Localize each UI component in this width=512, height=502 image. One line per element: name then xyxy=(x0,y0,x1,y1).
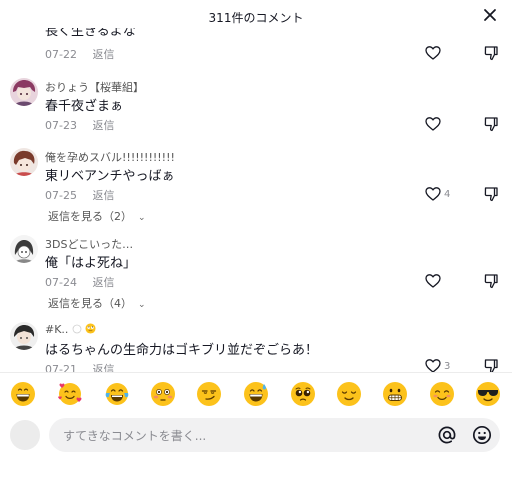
pleading-face-icon[interactable] xyxy=(290,381,316,407)
heart-icon xyxy=(425,117,441,131)
like-button[interactable]: 3 xyxy=(425,358,450,372)
like-button[interactable] xyxy=(425,45,441,61)
view-replies-button[interactable]: 返信を見る（4） ⌄ xyxy=(48,295,146,311)
comment-date: 07-21 xyxy=(45,363,77,372)
avatar[interactable] xyxy=(10,235,38,263)
like-count: 4 xyxy=(444,188,451,200)
smirking-face-icon[interactable] xyxy=(196,381,222,407)
flushed-face-icon[interactable] xyxy=(150,381,176,407)
grinning-face-icon[interactable] xyxy=(10,381,36,407)
comment-meta: 07-25 返信 xyxy=(45,187,114,203)
rolling-eyes-face-icon xyxy=(85,323,96,334)
view-replies-button[interactable]: 返信を見る（2） ⌄ xyxy=(48,208,146,224)
reply-button[interactable]: 返信 xyxy=(92,48,114,61)
comment-composer xyxy=(0,416,512,456)
comment-meta: 07-21 返信 xyxy=(45,361,114,372)
comment-input[interactable] xyxy=(61,418,425,454)
emoji-bar xyxy=(0,372,512,417)
emoji-picker-icon[interactable] xyxy=(472,425,492,445)
comment-text: 俺「はよ死ね」 xyxy=(45,256,137,271)
mention-icon[interactable] xyxy=(437,425,457,445)
grinning-face-with-sweat-icon[interactable] xyxy=(243,381,269,407)
view-replies-label: 返信を見る（2） xyxy=(48,210,132,223)
comment-text: 東リベアンチやっばぁ xyxy=(45,169,175,184)
comment-date: 07-25 xyxy=(45,189,77,202)
like-button[interactable]: 4 xyxy=(425,186,450,202)
dislike-icon[interactable] xyxy=(484,116,500,132)
my-avatar xyxy=(10,420,40,450)
dislike-icon[interactable] xyxy=(484,273,500,289)
smiling-face-icon[interactable] xyxy=(429,381,455,407)
heart-icon xyxy=(425,274,441,288)
comment-username[interactable]: おりょう【桜華組】 xyxy=(45,79,144,95)
dislike-icon[interactable] xyxy=(484,45,500,61)
comment-meta: 07-24 返信 xyxy=(45,274,114,290)
comment-date: 07-23 xyxy=(45,119,77,132)
smiling-face-with-hearts-icon[interactable] xyxy=(57,381,83,407)
comment-meta: 07-22 返信 xyxy=(45,46,114,62)
avatar[interactable] xyxy=(10,148,38,176)
grimacing-face-icon[interactable] xyxy=(382,381,408,407)
dislike-icon[interactable] xyxy=(484,186,500,202)
dislike-icon[interactable] xyxy=(484,358,500,372)
comment-list[interactable]: 長く生きるよな 07-22 返信 おりょう【桜華組】 春千夜ざまぁ 07-23 … xyxy=(0,28,512,372)
heart-icon xyxy=(425,46,441,60)
face-with-tears-of-joy-icon[interactable] xyxy=(104,381,130,407)
reply-button[interactable]: 返信 xyxy=(92,119,114,132)
comment-date: 07-24 xyxy=(45,276,77,289)
like-button[interactable] xyxy=(425,273,441,289)
like-button[interactable] xyxy=(425,116,441,132)
comment-meta: 07-23 返信 xyxy=(45,117,114,133)
avatar[interactable] xyxy=(10,78,38,106)
white-circle-icon xyxy=(72,324,82,334)
chevron-down-icon: ⌄ xyxy=(138,213,146,223)
relieved-face-icon[interactable] xyxy=(336,381,362,407)
smiling-face-with-sunglasses-icon[interactable] xyxy=(475,381,501,407)
comments-title: 311件のコメント xyxy=(208,11,304,25)
view-replies-label: 返信を見る（4） xyxy=(48,297,132,310)
close-icon[interactable] xyxy=(482,7,498,23)
comment-username[interactable]: 俺を孕めスバル!!!!!!!!!!!! xyxy=(45,149,175,165)
comment-username[interactable]: 3DSどこいった… xyxy=(45,236,133,252)
avatar[interactable] xyxy=(10,322,38,350)
comment-text: 春千夜ざまぁ xyxy=(45,99,124,114)
reply-button[interactable]: 返信 xyxy=(92,189,114,202)
comment-date: 07-22 xyxy=(45,48,77,61)
heart-icon xyxy=(425,187,441,201)
comment-username-text: #K.. xyxy=(45,323,69,336)
reply-button[interactable]: 返信 xyxy=(92,363,114,372)
comment-input-box[interactable] xyxy=(49,418,500,454)
comment-username[interactable]: #K.. xyxy=(45,323,96,336)
comment-text: はるちゃんの生命力はゴキブリ並だぞごらあ！ xyxy=(45,343,319,358)
comment-text: 長く生きるよな xyxy=(45,28,136,39)
like-count: 3 xyxy=(444,360,451,372)
heart-icon xyxy=(425,359,441,372)
reply-button[interactable]: 返信 xyxy=(92,276,114,289)
chevron-down-icon: ⌄ xyxy=(138,300,146,310)
